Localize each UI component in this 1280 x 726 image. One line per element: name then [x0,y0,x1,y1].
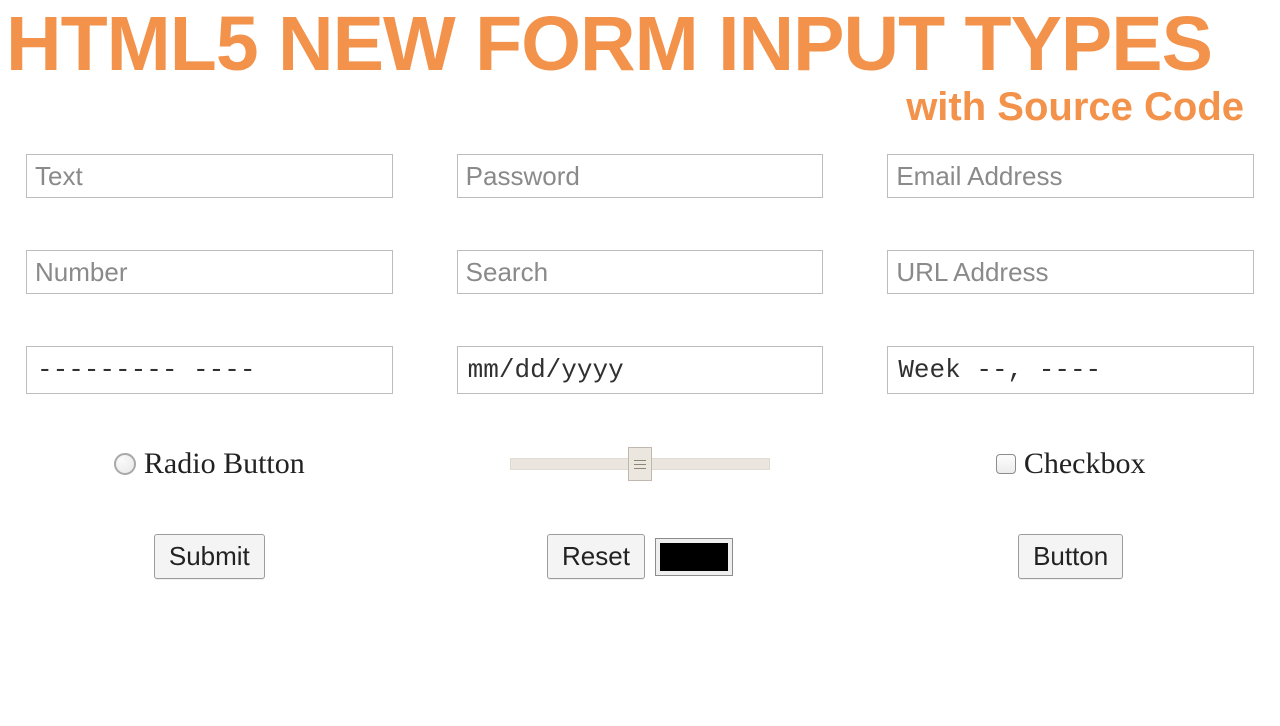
date-input[interactable] [457,346,824,394]
range-thumb[interactable] [628,447,652,481]
radio-icon [114,453,136,475]
color-input[interactable] [655,538,733,576]
checkbox-option[interactable]: Checkbox [996,447,1146,481]
page-subtitle: with Source Code [0,85,1280,130]
generic-button[interactable]: Button [1018,534,1123,579]
search-input[interactable] [457,250,824,294]
email-input[interactable] [887,154,1254,198]
range-input[interactable] [510,446,770,482]
text-input[interactable] [26,154,393,198]
reset-button[interactable]: Reset [547,534,645,579]
submit-button[interactable]: Submit [154,534,265,579]
page-title: HTML5 NEW FORM INPUT TYPES [0,6,1280,83]
checkbox-icon [996,454,1016,474]
week-input[interactable] [887,346,1254,394]
radio-label: Radio Button [144,447,305,481]
datetime-local-input[interactable] [26,346,393,394]
form-grid: Radio Button Checkbox Submit Reset Butto… [0,154,1280,579]
password-input[interactable] [457,154,824,198]
radio-option[interactable]: Radio Button [114,447,305,481]
checkbox-label: Checkbox [1024,447,1146,481]
number-input[interactable] [26,250,393,294]
color-swatch [660,543,728,571]
url-input[interactable] [887,250,1254,294]
